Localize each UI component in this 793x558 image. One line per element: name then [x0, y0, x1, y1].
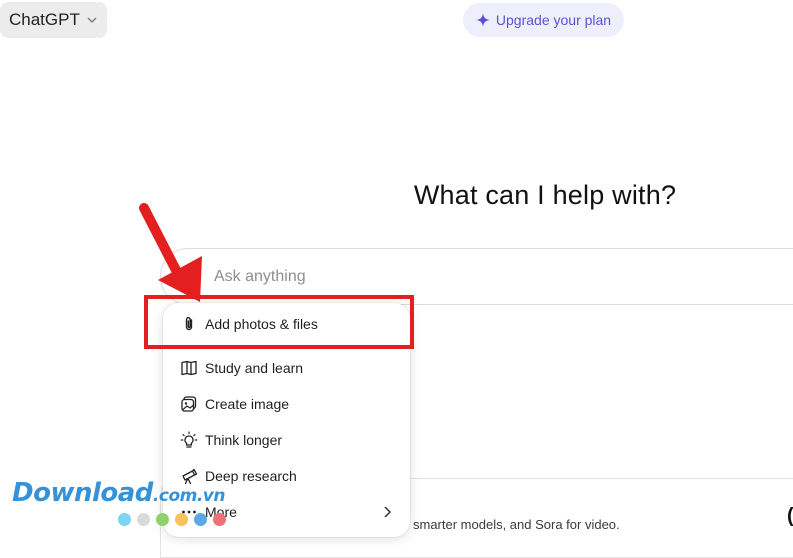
book-icon [181, 360, 197, 376]
prompt-input[interactable]: Ask anything [214, 268, 306, 286]
watermark-dots [118, 513, 226, 526]
watermark-dot [194, 513, 207, 526]
model-selector-label: ChatGPT [9, 10, 80, 29]
watermark-dot [213, 513, 226, 526]
banner-close-fragment: ( [787, 505, 793, 528]
menu-item-create-image[interactable]: Create image [163, 388, 410, 420]
banner-text: smarter models, and Sora for video. [413, 517, 620, 532]
menu-item-label: Create image [205, 396, 290, 412]
watermark-domain: .com.vn [152, 486, 226, 506]
watermark-logo: Download.com.vn [12, 478, 225, 508]
upgrade-plan-label: Upgrade your plan [495, 12, 612, 28]
menu-item-study-and-learn[interactable]: Study and learn [163, 352, 410, 384]
red-arrow-annotation [139, 203, 202, 302]
watermark-dot [118, 513, 131, 526]
upgrade-plan-button[interactable]: Upgrade your plan [463, 3, 624, 37]
lightbulb-icon [180, 431, 198, 448]
menu-item-label: Think longer [205, 432, 283, 448]
watermark-dot [156, 513, 169, 526]
page-title: What can I help with? [413, 180, 677, 210]
sparkle-icon [475, 13, 490, 27]
menu-item-think-longer[interactable]: Think longer [163, 424, 410, 456]
watermark-dot [175, 513, 188, 526]
watermark-brand: Download [12, 478, 153, 508]
image-icon [181, 396, 197, 412]
model-selector-button[interactable]: ChatGPT [0, 2, 107, 38]
menu-item-label: Study and learn [205, 360, 304, 376]
chevron-right-icon [384, 506, 392, 518]
watermark-dot [137, 513, 150, 526]
chevron-down-icon [87, 17, 97, 23]
